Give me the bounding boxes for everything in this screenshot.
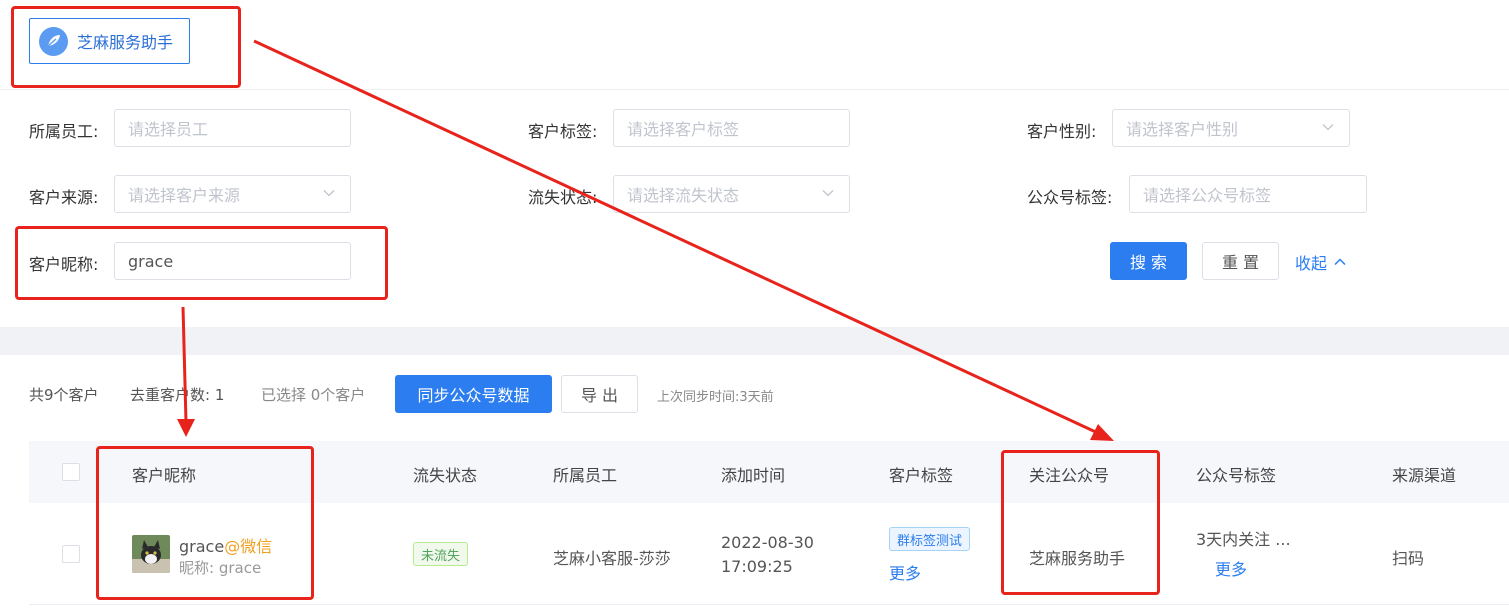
- collapse-filters-link[interactable]: 收起: [1295, 250, 1347, 274]
- oa-tag-select-placeholder: 请选择公众号标签: [1143, 186, 1272, 205]
- churn-filter-label: 流失状态:: [528, 188, 598, 207]
- customer-tag-select-placeholder: 请选择客户标签: [627, 120, 740, 139]
- source-select[interactable]: 请选择客户来源: [114, 175, 351, 213]
- select-all-checkbox[interactable]: [62, 463, 80, 481]
- source-select-placeholder: 请选择客户来源: [128, 186, 241, 205]
- customer-tag-more-link[interactable]: 更多: [889, 560, 921, 584]
- added-date: 2022-08-30: [721, 533, 814, 552]
- customer-tag-badge: 群标签测试: [889, 527, 971, 551]
- collapse-label: 收起: [1295, 254, 1328, 273]
- churn-status-badge: 未流失: [413, 542, 469, 566]
- chevron-up-icon: [1334, 258, 1346, 266]
- column-header: 来源渠道: [1392, 466, 1457, 485]
- source-channel: 扫码: [1392, 549, 1425, 568]
- selected-count: 已选择 0个客户: [261, 386, 366, 404]
- divider: [0, 89, 1509, 90]
- sync-official-account-button[interactable]: 同步公众号数据: [395, 375, 552, 413]
- gender-select[interactable]: 请选择客户性别: [1112, 109, 1350, 147]
- source-filter-label: 客户来源:: [29, 188, 99, 207]
- column-header: 流失状态: [413, 466, 478, 485]
- column-header: 所属员工: [553, 466, 618, 485]
- column-header: 公众号标签: [1196, 466, 1277, 485]
- total-customers: 共9个客户: [29, 386, 99, 404]
- oa-tag-select[interactable]: 请选择公众号标签: [1129, 175, 1367, 213]
- gender-filter-label: 客户性别:: [1027, 122, 1097, 141]
- column-header: 客户标签: [889, 466, 954, 485]
- search-button[interactable]: 搜 索: [1110, 242, 1187, 280]
- chevron-down-icon: [822, 190, 834, 197]
- annotation-box-nickname-column: [96, 446, 314, 600]
- oa-tag-more-link[interactable]: 更多: [1215, 556, 1247, 580]
- customer-tag-filter-label: 客户标签:: [528, 122, 598, 141]
- annotation-box-official-account-column: [1001, 450, 1160, 595]
- added-time: 17:09:25: [721, 557, 793, 576]
- reset-button[interactable]: 重 置: [1202, 242, 1279, 280]
- export-button[interactable]: 导 出: [561, 375, 638, 413]
- oa-tag-filter-label: 公众号标签:: [1027, 188, 1113, 207]
- chevron-down-icon: [1322, 124, 1334, 131]
- annotation-box-app-chip: [11, 6, 241, 88]
- row-checkbox[interactable]: [62, 545, 80, 563]
- dedup-count: 去重客户数: 1: [130, 386, 225, 404]
- annotation-box-nickname-filter: [15, 226, 388, 300]
- employee-select-placeholder: 请选择员工: [128, 120, 209, 139]
- section-separator: [0, 327, 1509, 355]
- employee-select[interactable]: 请选择员工: [114, 109, 351, 147]
- employee-name: 芝麻小客服-莎莎: [553, 549, 671, 568]
- churn-select[interactable]: 请选择流失状态: [613, 175, 850, 213]
- row-divider: [29, 604, 1509, 605]
- last-sync-time: 上次同步时间:3天前: [657, 390, 774, 405]
- churn-select-placeholder: 请选择流失状态: [627, 186, 740, 205]
- chevron-down-icon: [323, 190, 335, 197]
- customer-tag-select[interactable]: 请选择客户标签: [613, 109, 850, 147]
- column-header: 添加时间: [721, 466, 786, 485]
- gender-select-placeholder: 请选择客户性别: [1126, 120, 1239, 139]
- oa-tag-value: 3天内关注 ...: [1196, 530, 1291, 549]
- employee-filter-label: 所属员工:: [29, 122, 99, 141]
